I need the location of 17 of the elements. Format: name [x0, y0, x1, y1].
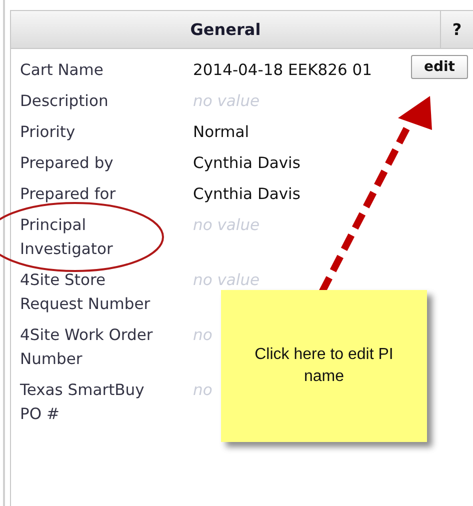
field-label: 4Site Store Request Number — [20, 271, 150, 313]
sticky-note: Click here to edit PI name — [221, 290, 427, 442]
field-label: Principal Investigator — [20, 216, 113, 258]
field-label: Prepared for — [20, 185, 116, 203]
help-button[interactable]: ? — [440, 11, 473, 48]
field-label: Priority — [20, 123, 76, 141]
field-label: Cart Name — [20, 61, 104, 79]
edit-button[interactable]: edit — [410, 55, 468, 79]
field-value: 2014-04-18 EEK826 01 — [193, 60, 373, 81]
field-label: Texas SmartBuy PO # — [20, 381, 144, 423]
panel-title: General — [189, 20, 262, 39]
field-value: Normal — [193, 122, 250, 143]
field-label: Description — [20, 92, 108, 110]
field-value: Cynthia Davis — [193, 184, 302, 205]
field-value: Cynthia Davis — [193, 153, 302, 174]
field-label: Prepared by — [20, 154, 114, 172]
field-label: 4Site Work Order Number — [20, 326, 153, 368]
